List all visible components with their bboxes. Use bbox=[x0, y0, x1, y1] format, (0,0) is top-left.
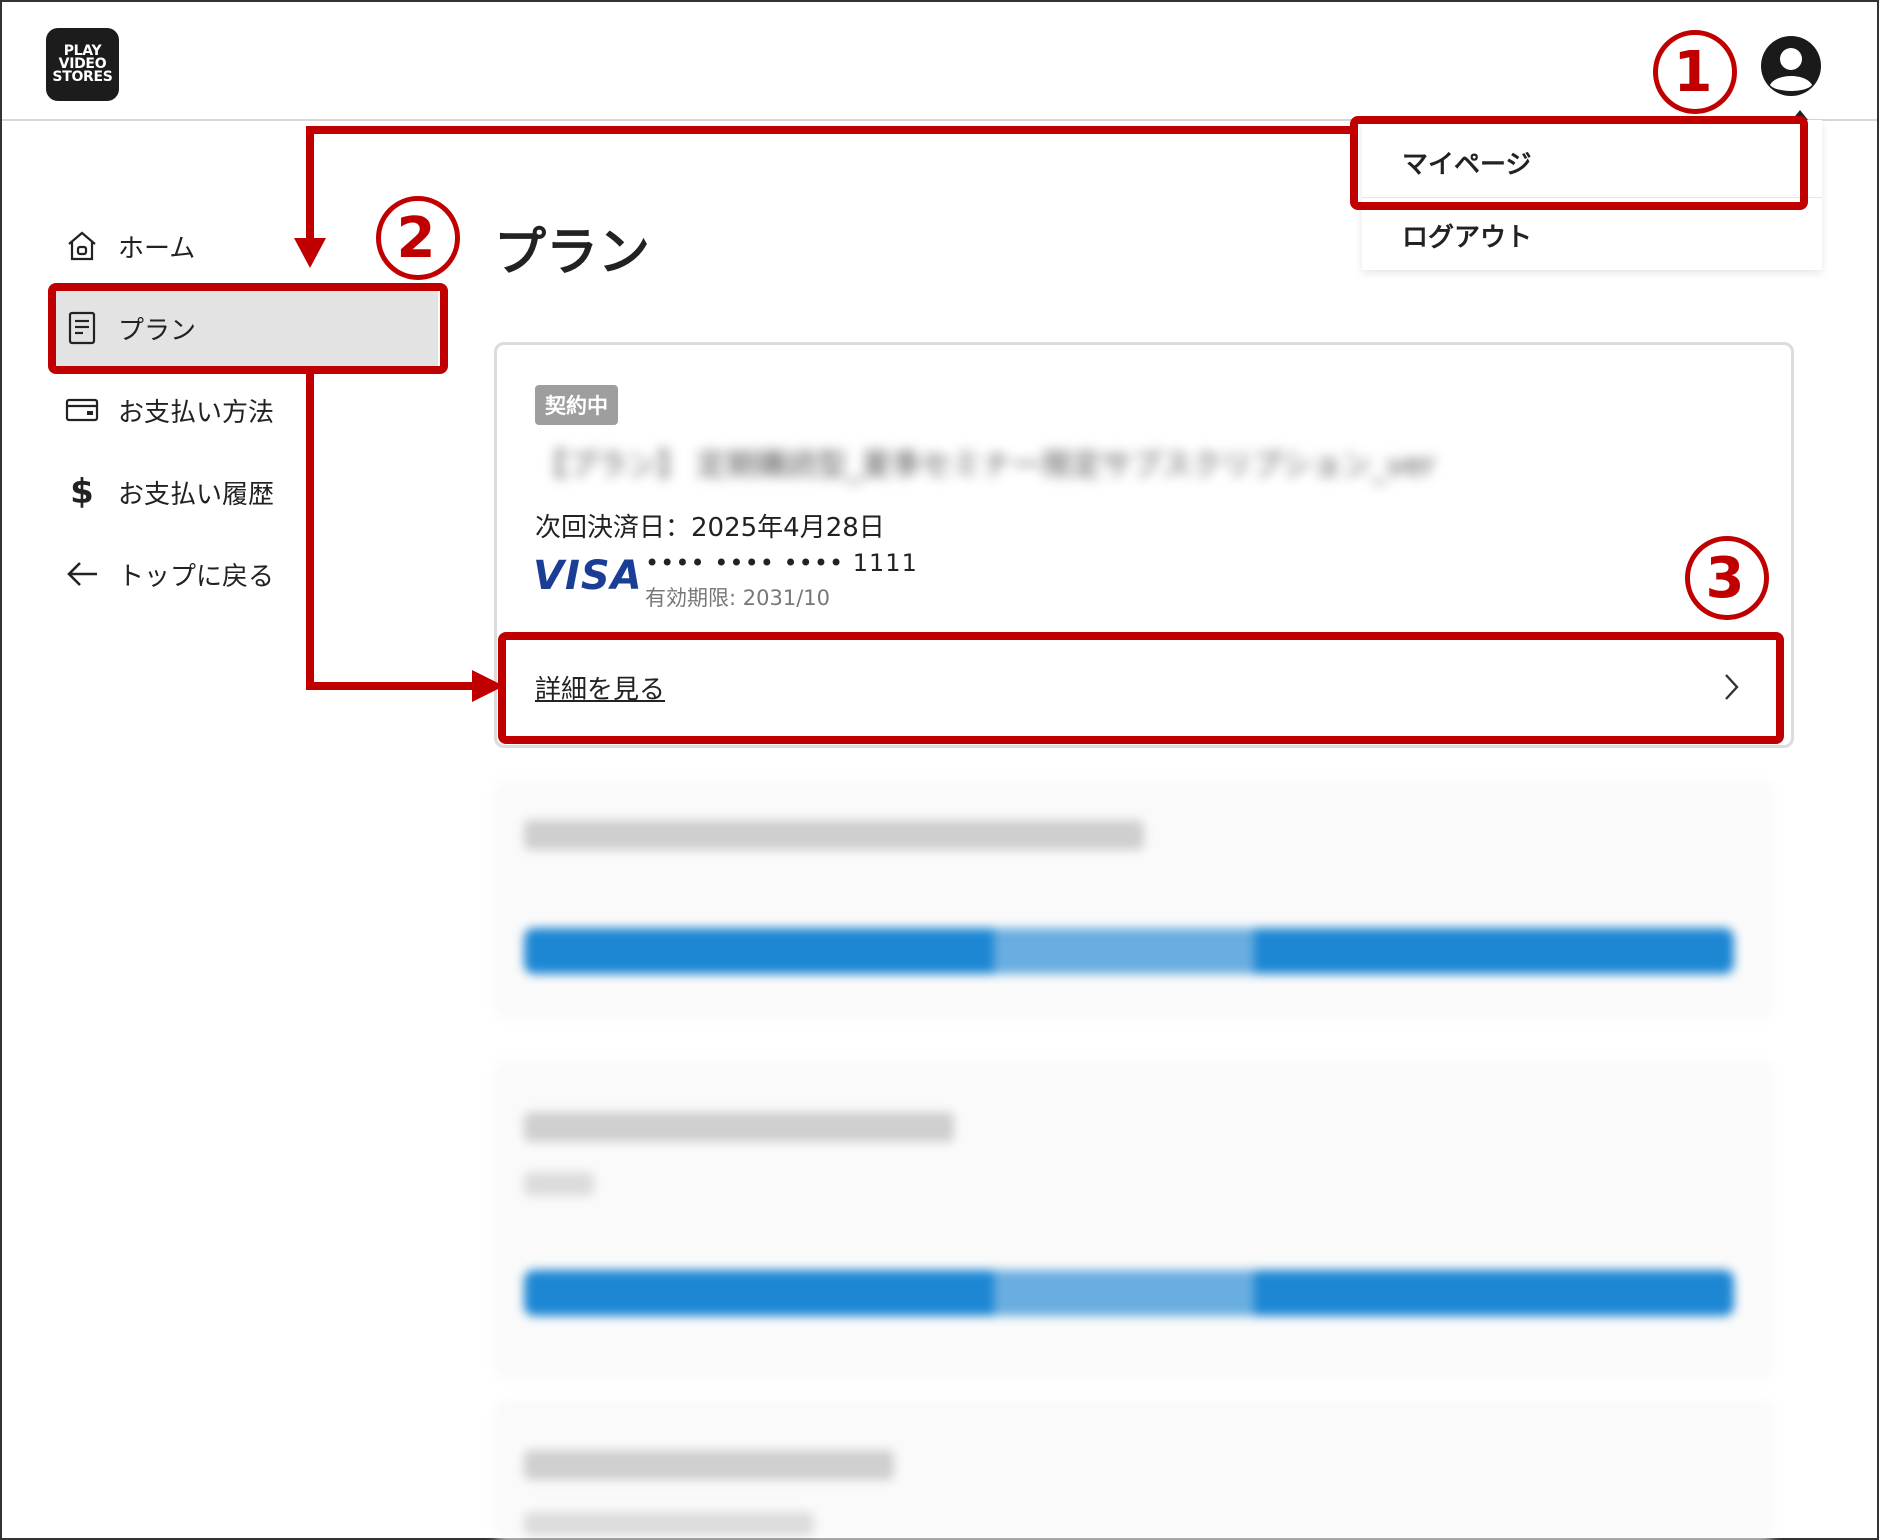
annotation-box-mypage bbox=[1350, 116, 1808, 210]
annotation-step-1: 1 bbox=[1653, 30, 1737, 114]
annotation-step-3: 3 bbox=[1685, 536, 1769, 620]
annotation-box-details bbox=[498, 632, 1784, 744]
annotation-box-plan bbox=[48, 283, 448, 374]
annotation-step-2: 2 bbox=[376, 196, 460, 280]
annotation-arrows bbox=[294, 126, 1356, 702]
